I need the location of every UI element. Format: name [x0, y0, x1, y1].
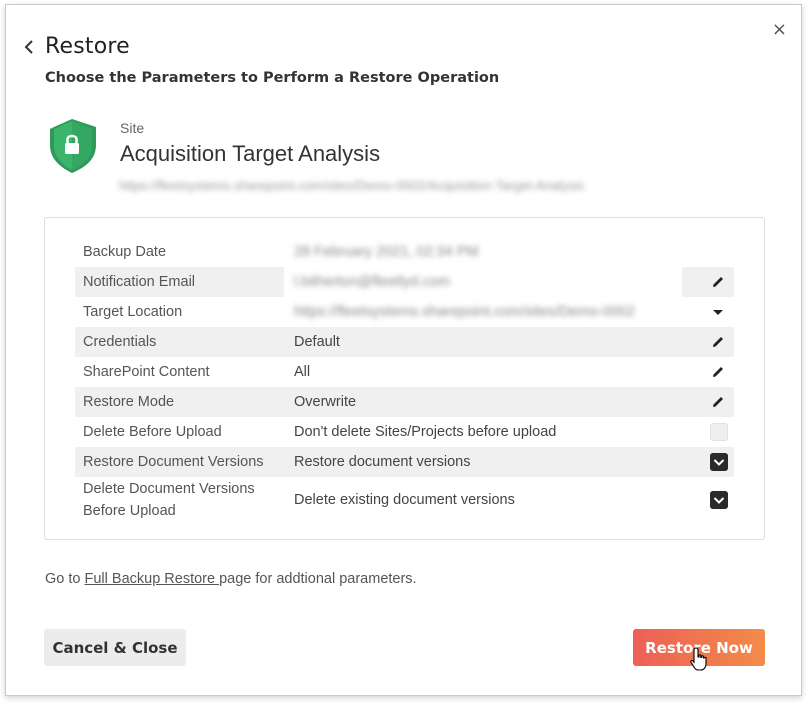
- param-label: Delete Document Versions Before Upload: [83, 481, 255, 519]
- param-value: Delete existing document versions: [294, 492, 515, 508]
- param-row-backup-date: Backup Date 28 February 2021, 02:34 PM: [75, 237, 734, 267]
- param-value: 28 February 2021, 02:34 PM: [294, 244, 479, 260]
- page-title: Restore: [45, 34, 130, 59]
- site-type-label: Site: [120, 120, 145, 136]
- page-subtitle: Choose the Parameters to Perform a Resto…: [45, 70, 500, 86]
- param-row-sharepoint-content[interactable]: SharePoint Content All: [75, 357, 734, 387]
- cancel-close-button[interactable]: Cancel & Close: [44, 629, 186, 666]
- param-label: Restore Mode: [83, 394, 175, 410]
- pencil-icon[interactable]: [710, 394, 726, 410]
- param-label: Restore Document Versions: [83, 454, 264, 470]
- param-value: Overwrite: [294, 394, 357, 410]
- note-prefix: Go to: [45, 571, 85, 587]
- param-row-target-location[interactable]: Target Location https://fleetsystems.sha…: [75, 297, 734, 327]
- param-label: Notification Email: [83, 274, 196, 290]
- parameters-panel: Backup Date 28 February 2021, 02:34 PM N…: [44, 217, 765, 540]
- param-row-delete-before-upload: Delete Before Upload Don't delete Sites/…: [75, 417, 734, 447]
- param-label: Credentials: [83, 334, 157, 350]
- param-row-restore-mode[interactable]: Restore Mode Overwrite: [75, 387, 734, 417]
- full-backup-restore-link[interactable]: Full Backup Restore: [85, 571, 220, 587]
- param-value: Default: [294, 334, 340, 350]
- close-icon[interactable]: ×: [772, 21, 787, 39]
- param-row-notification-email[interactable]: Notification Email l.bitherton@fleetlyd.…: [75, 267, 734, 297]
- param-label: SharePoint Content: [83, 364, 210, 380]
- shield-lock-icon: [50, 119, 96, 173]
- restore-document-versions-checkbox[interactable]: [710, 453, 728, 471]
- delete-before-upload-checkbox[interactable]: [710, 423, 728, 441]
- chevron-left-icon[interactable]: [22, 38, 36, 56]
- param-label: Delete Before Upload: [83, 424, 222, 440]
- full-backup-note: Go to Full Backup Restore page for addti…: [45, 571, 417, 587]
- param-value: l.bitherton@fleetlyd.com: [294, 274, 450, 290]
- param-value: All: [294, 364, 311, 380]
- pencil-icon[interactable]: [710, 274, 726, 290]
- site-name: Acquisition Target Analysis: [120, 141, 381, 166]
- param-row-delete-document-versions: Delete Document Versions Before Upload D…: [75, 477, 734, 523]
- restore-dialog: × Restore Choose the Parameters to Perfo…: [5, 4, 802, 696]
- param-label: Target Location: [83, 304, 183, 320]
- pencil-icon[interactable]: [710, 364, 726, 380]
- param-label: Backup Date: [83, 244, 167, 260]
- site-url: https://fleetsystems.sharepoint.com/site…: [119, 178, 585, 193]
- pencil-icon[interactable]: [710, 334, 726, 350]
- param-value: https://fleetsystems.sharepoint.com/site…: [294, 304, 635, 320]
- param-value: Restore document versions: [294, 454, 471, 470]
- note-suffix: page for addtional parameters.: [219, 571, 417, 587]
- caret-down-icon[interactable]: [710, 304, 726, 320]
- param-row-credentials[interactable]: Credentials Default: [75, 327, 734, 357]
- param-row-restore-document-versions: Restore Document Versions Restore docume…: [75, 447, 734, 477]
- hand-cursor-icon: [690, 647, 707, 671]
- delete-document-versions-checkbox[interactable]: [710, 491, 728, 509]
- param-value: Don't delete Sites/Projects before uploa…: [294, 424, 557, 440]
